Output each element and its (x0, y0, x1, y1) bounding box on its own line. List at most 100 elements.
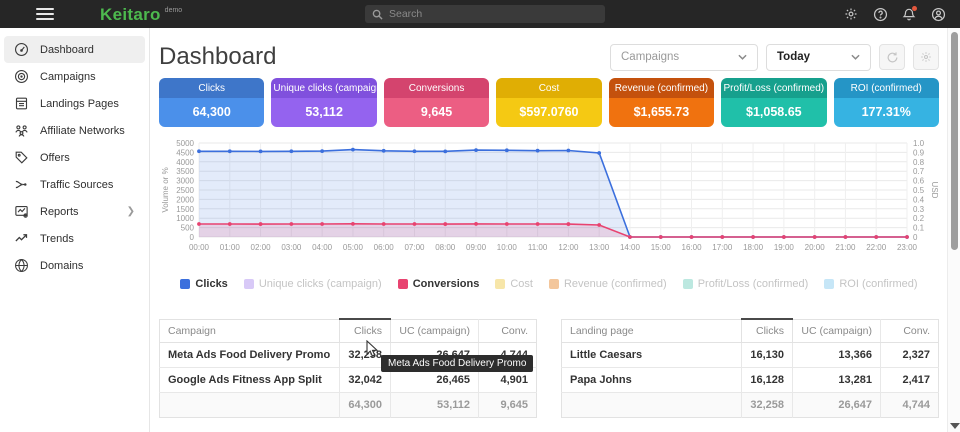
stat-card-revenue-confirmed[interactable]: Revenue (confirmed)$1,655.73 (609, 78, 714, 127)
column-header-conv[interactable]: Conv. (881, 319, 939, 343)
total-value: 64,300 (340, 393, 391, 418)
svg-text:01:00: 01:00 (220, 243, 241, 252)
column-header-conv[interactable]: Conv. (479, 319, 537, 343)
notifications-bell-icon[interactable] (901, 6, 917, 22)
sidebar-item-reports[interactable]: Reports❯ (4, 198, 145, 225)
scroll-down-icon[interactable] (950, 423, 960, 429)
report-icon (14, 204, 29, 219)
sidebar-item-label: Affiliate Networks (40, 125, 125, 137)
stat-card-label: Conversions (384, 78, 489, 98)
row-value: 2,417 (881, 368, 939, 393)
document-icon (14, 96, 29, 111)
stat-card-unique-clicks-campaign[interactable]: Unique clicks (campaign)53,112 (271, 78, 376, 127)
svg-text:Volume or %: Volume or % (161, 167, 170, 212)
svg-text:0.5: 0.5 (913, 186, 925, 195)
legend-item-clicks[interactable]: Clicks (180, 278, 227, 290)
sidebar-item-traffic-sources[interactable]: Traffic Sources (4, 171, 145, 198)
vertical-scrollbar[interactable] (947, 28, 960, 432)
svg-text:0.2: 0.2 (913, 214, 925, 223)
stat-card-roi-confirmed[interactable]: ROI (confirmed)177.31% (834, 78, 939, 127)
svg-text:0.3: 0.3 (913, 205, 925, 214)
scrollbar-thumb[interactable] (951, 32, 958, 250)
sidebar-item-campaigns[interactable]: Campaigns (4, 63, 145, 90)
keitaro-dashboard: Keitaro demo Dashboard Campaigns Landings … (0, 0, 960, 432)
page-title: Dashboard (159, 43, 276, 71)
legend-swatch (180, 279, 190, 289)
svg-text:4000: 4000 (176, 158, 194, 167)
table-row[interactable]: Little Caesars16,13013,3662,327 (562, 343, 939, 368)
legend-item-roi-confirmed[interactable]: ROI (confirmed) (824, 278, 917, 290)
sidebar-item-dashboard[interactable]: Dashboard (4, 36, 145, 63)
chart-canvas[interactable]: 0500100015002000250030003500400045005000… (159, 137, 939, 265)
legend-item-unique-clicks-campaign[interactable]: Unique clicks (campaign) (244, 278, 382, 290)
landing-pages-table: Landing pageClicksUC (campaign)Conv.Litt… (561, 318, 939, 418)
sidebar-item-domains[interactable]: Domains (4, 252, 145, 279)
svg-text:18:00: 18:00 (743, 243, 764, 252)
stat-card-cost[interactable]: Cost$597.0760 (496, 78, 601, 127)
stat-card-conversions[interactable]: Conversions9,645 (384, 78, 489, 127)
stat-cards: Clicks64,300Unique clicks (campaign)53,1… (159, 78, 939, 127)
svg-text:0.6: 0.6 (913, 177, 925, 186)
target-icon (14, 69, 29, 84)
row-name[interactable]: Google Ads Fitness App Split (160, 368, 340, 393)
menu-toggle-icon[interactable] (36, 8, 54, 20)
sidebar-item-label: Offers (40, 152, 70, 164)
column-header-clicks[interactable]: Clicks (742, 319, 793, 343)
split-icon (14, 177, 29, 192)
row-value: 13,281 (793, 368, 881, 393)
svg-text:2000: 2000 (176, 195, 194, 204)
settings-gear-icon[interactable] (843, 6, 859, 22)
legend-item-conversions[interactable]: Conversions (398, 278, 480, 290)
svg-text:03:00: 03:00 (281, 243, 302, 252)
svg-text:0: 0 (190, 233, 195, 242)
stat-card-clicks[interactable]: Clicks64,300 (159, 78, 264, 127)
date-range-value: Today (777, 51, 810, 63)
campaigns-filter-select[interactable]: Campaigns (610, 44, 758, 71)
row-name[interactable]: Little Caesars (562, 343, 742, 368)
svg-text:21:00: 21:00 (835, 243, 856, 252)
sidebar-item-trends[interactable]: Trends (4, 225, 145, 252)
svg-text:05:00: 05:00 (343, 243, 364, 252)
sidebar-item-label: Campaigns (40, 71, 96, 83)
user-avatar-icon[interactable] (930, 6, 946, 22)
help-icon[interactable] (872, 6, 888, 22)
brand-badge: demo (165, 7, 183, 14)
svg-text:06:00: 06:00 (374, 243, 395, 252)
column-header-uc-campaign[interactable]: UC (campaign) (793, 319, 881, 343)
tag-icon (14, 150, 29, 165)
svg-text:07:00: 07:00 (404, 243, 425, 252)
row-name[interactable]: Meta Ads Food Delivery Promo (160, 343, 340, 368)
sidebar-item-landings-pages[interactable]: Landings Pages (4, 90, 145, 117)
chevron-down-icon (851, 54, 860, 60)
column-header-campaign[interactable]: Campaign (160, 319, 340, 343)
sidebar-item-offers[interactable]: Offers (4, 144, 145, 171)
total-value: 32,258 (742, 393, 793, 418)
svg-text:19:00: 19:00 (774, 243, 795, 252)
sidebar-item-label: Traffic Sources (40, 179, 113, 191)
date-range-select[interactable]: Today (766, 44, 871, 71)
global-search[interactable] (365, 5, 605, 23)
legend-item-profit-loss-confirmed[interactable]: Profit/Loss (confirmed) (683, 278, 809, 290)
stat-card-value: 64,300 (159, 98, 264, 127)
column-header-clicks[interactable]: Clicks (340, 319, 391, 343)
sidebar-item-affiliate-networks[interactable]: Affiliate Networks (4, 117, 145, 144)
svg-text:11:00: 11:00 (528, 243, 548, 252)
legend-item-revenue-confirmed[interactable]: Revenue (confirmed) (549, 278, 667, 290)
svg-text:5000: 5000 (176, 139, 194, 148)
row-name[interactable]: Papa Johns (562, 368, 742, 393)
stat-card-value: 53,112 (271, 98, 376, 127)
svg-text:0: 0 (913, 233, 918, 242)
column-header-uc-campaign[interactable]: UC (campaign) (391, 319, 479, 343)
row-value: 2,327 (881, 343, 939, 368)
stat-card-profit-loss-confirmed[interactable]: Profit/Loss (confirmed)$1,058.65 (721, 78, 826, 127)
svg-text:04:00: 04:00 (312, 243, 333, 252)
legend-item-cost[interactable]: Cost (495, 278, 533, 290)
search-input[interactable] (389, 8, 598, 20)
legend-label: Revenue (confirmed) (564, 278, 667, 290)
brand-logo[interactable]: Keitaro demo (100, 6, 182, 23)
main-content: Dashboard Campaigns Today Clicks64, (151, 28, 947, 432)
column-header-landing-page[interactable]: Landing page (562, 319, 742, 343)
table-row[interactable]: Papa Johns16,12813,2812,417 (562, 368, 939, 393)
refresh-button[interactable] (879, 44, 905, 70)
dashboard-settings-button[interactable] (913, 44, 939, 70)
